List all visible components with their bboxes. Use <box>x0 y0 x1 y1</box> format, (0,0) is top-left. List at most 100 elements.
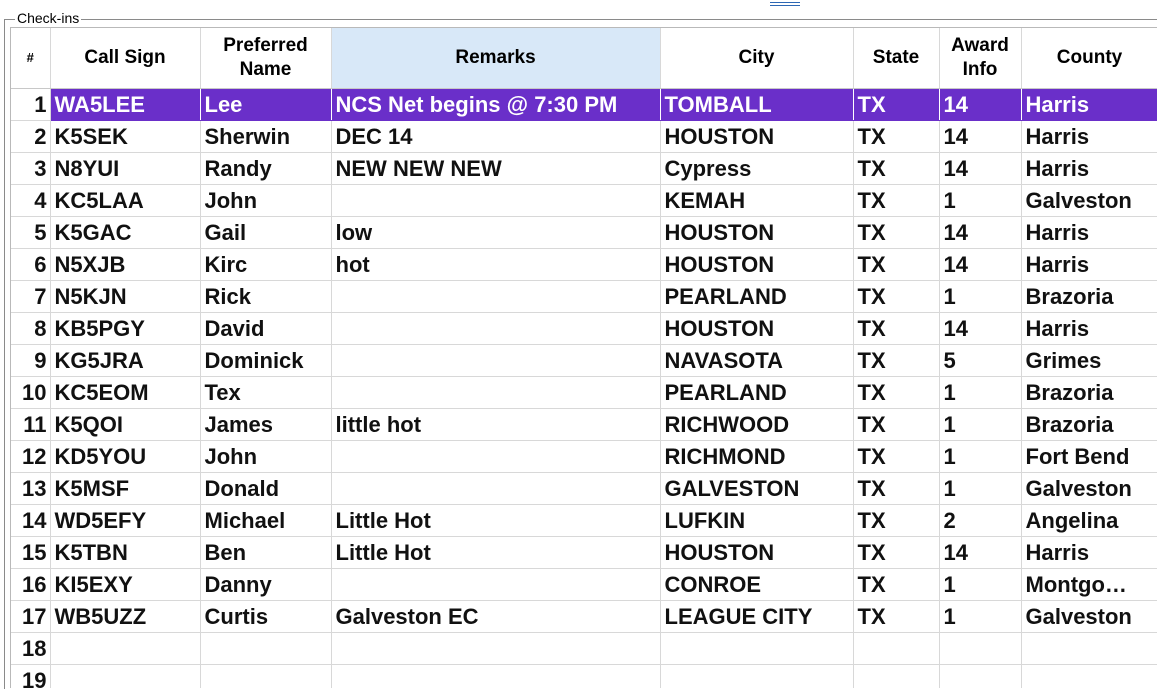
table-row[interactable]: 4 KC5LAA John KEMAH TX 1 Galveston <box>11 184 1157 217</box>
row-number[interactable]: 18 <box>11 632 51 665</box>
county-cell[interactable]: Harris <box>1021 312 1157 345</box>
call-sign-cell[interactable]: KC5EOM <box>50 376 201 409</box>
city-cell[interactable]: RICHMOND <box>660 440 854 473</box>
award-cell[interactable]: 1 <box>939 568 1022 601</box>
call-sign-cell[interactable]: KI5EXY <box>50 568 201 601</box>
remarks-cell[interactable] <box>331 568 661 601</box>
name-cell[interactable]: Donald <box>200 472 332 505</box>
award-cell[interactable]: 1 <box>939 600 1022 633</box>
award-cell[interactable]: 14 <box>939 120 1022 153</box>
remarks-cell[interactable] <box>331 344 661 377</box>
table-row[interactable]: 1 WA5LEE Lee NCS Net begins @ 7:30 PM TOMBAL… <box>11 88 1157 121</box>
remarks-cell[interactable] <box>331 312 661 345</box>
table-row[interactable]: 8 KB5PGY David HOUSTON TX 14 Harris <box>11 312 1157 345</box>
city-cell[interactable]: NAVASOTA <box>660 344 854 377</box>
award-cell[interactable]: 1 <box>939 376 1022 409</box>
call-sign-cell[interactable]: N8YUI <box>50 152 201 185</box>
name-cell[interactable]: John <box>200 184 332 217</box>
remarks-cell[interactable] <box>331 664 661 688</box>
call-sign-cell[interactable]: K5SEK <box>50 120 201 153</box>
remarks-cell[interactable] <box>331 632 661 665</box>
row-number[interactable]: 4 <box>11 184 51 217</box>
award-cell[interactable]: 14 <box>939 248 1022 281</box>
remarks-cell[interactable] <box>331 184 661 217</box>
call-sign-cell[interactable]: KB5PGY <box>50 312 201 345</box>
award-cell[interactable]: 14 <box>939 152 1022 185</box>
row-number[interactable]: 8 <box>11 312 51 345</box>
county-cell[interactable]: Brazoria <box>1021 280 1157 313</box>
table-row[interactable]: 5 K5GAC Gail low HOUSTON TX 14 Harris <box>11 216 1157 249</box>
state-cell[interactable] <box>853 632 940 665</box>
city-cell[interactable] <box>660 632 854 665</box>
row-number[interactable]: 12 <box>11 440 51 473</box>
city-cell[interactable]: PEARLAND <box>660 280 854 313</box>
checkins-grid[interactable]: # Call Sign Preferred Name Remarks City S… <box>10 27 1157 688</box>
county-cell[interactable]: Harris <box>1021 248 1157 281</box>
column-header-city[interactable]: City <box>660 28 854 89</box>
row-number[interactable]: 14 <box>11 504 51 537</box>
row-number[interactable]: 19 <box>11 664 51 688</box>
remarks-cell[interactable]: Galveston EC <box>331 600 661 633</box>
city-cell[interactable]: LUFKIN <box>660 504 854 537</box>
county-cell[interactable]: Brazoria <box>1021 376 1157 409</box>
remarks-cell[interactable] <box>331 440 661 473</box>
call-sign-cell[interactable]: KD5YOU <box>50 440 201 473</box>
state-cell[interactable]: TX <box>853 472 940 505</box>
call-sign-cell[interactable]: K5MSF <box>50 472 201 505</box>
award-cell[interactable]: 14 <box>939 536 1022 569</box>
row-number[interactable]: 15 <box>11 536 51 569</box>
award-cell[interactable]: 1 <box>939 472 1022 505</box>
table-row[interactable]: 7 N5KJN Rick PEARLAND TX 1 Brazoria <box>11 280 1157 313</box>
table-row[interactable]: 17 WB5UZZ Curtis Galveston EC LEAGUE CITY TX 1… <box>11 600 1157 633</box>
table-row[interactable]: 11 K5QOI James little hot RICHWOOD TX 1 Brazori… <box>11 408 1157 441</box>
county-cell[interactable]: Galveston <box>1021 472 1157 505</box>
row-number[interactable]: 2 <box>11 120 51 153</box>
city-cell[interactable]: HOUSTON <box>660 248 854 281</box>
remarks-cell[interactable]: NCS Net begins @ 7:30 PM <box>331 88 661 121</box>
state-cell[interactable]: TX <box>853 280 940 313</box>
city-cell[interactable]: HOUSTON <box>660 216 854 249</box>
call-sign-cell[interactable]: KC5LAA <box>50 184 201 217</box>
county-cell[interactable]: Fort Bend <box>1021 440 1157 473</box>
table-row[interactable]: 10 KC5EOM Tex PEARLAND TX 1 Brazoria <box>11 376 1157 409</box>
county-cell[interactable]: Angelina <box>1021 504 1157 537</box>
county-cell[interactable] <box>1021 632 1157 665</box>
remarks-cell[interactable]: hot <box>331 248 661 281</box>
county-cell[interactable]: Harris <box>1021 536 1157 569</box>
table-row[interactable]: 9 KG5JRA Dominick NAVASOTA TX 5 Grimes <box>11 344 1157 377</box>
state-cell[interactable]: TX <box>853 152 940 185</box>
county-cell[interactable]: Harris <box>1021 120 1157 153</box>
state-cell[interactable]: TX <box>853 504 940 537</box>
city-cell[interactable]: HOUSTON <box>660 312 854 345</box>
state-cell[interactable]: TX <box>853 376 940 409</box>
state-cell[interactable]: TX <box>853 184 940 217</box>
award-cell[interactable]: 14 <box>939 88 1022 121</box>
remarks-cell[interactable]: DEC 14 <box>331 120 661 153</box>
call-sign-cell[interactable]: K5TBN <box>50 536 201 569</box>
name-cell[interactable]: Dominick <box>200 344 332 377</box>
row-number[interactable]: 10 <box>11 376 51 409</box>
county-cell[interactable]: Grimes <box>1021 344 1157 377</box>
remarks-cell[interactable]: Little Hot <box>331 504 661 537</box>
row-number[interactable]: 1 <box>11 88 51 121</box>
remarks-cell[interactable]: little hot <box>331 408 661 441</box>
name-cell[interactable]: Rick <box>200 280 332 313</box>
remarks-cell[interactable]: NEW NEW NEW <box>331 152 661 185</box>
table-row[interactable]: 12 KD5YOU John RICHMOND TX 1 Fort Bend <box>11 440 1157 473</box>
county-cell[interactable] <box>1021 664 1157 688</box>
county-cell[interactable]: Harris <box>1021 216 1157 249</box>
table-row[interactable]: 13 K5MSF Donald GALVESTON TX 1 Galveston <box>11 472 1157 505</box>
name-cell[interactable]: John <box>200 440 332 473</box>
call-sign-cell[interactable]: N5XJB <box>50 248 201 281</box>
county-cell[interactable]: Harris <box>1021 152 1157 185</box>
name-cell[interactable]: Randy <box>200 152 332 185</box>
table-row[interactable]: 15 K5TBN Ben Little Hot HOUSTON TX 14 Harris <box>11 536 1157 569</box>
row-number[interactable]: 9 <box>11 344 51 377</box>
city-cell[interactable]: LEAGUE CITY <box>660 600 854 633</box>
state-cell[interactable]: TX <box>853 408 940 441</box>
call-sign-cell[interactable]: K5QOI <box>50 408 201 441</box>
table-row[interactable]: 14 WD5EFY Michael Little Hot LUFKIN TX 2 Angeli… <box>11 504 1157 537</box>
name-cell[interactable] <box>200 632 332 665</box>
city-cell[interactable]: PEARLAND <box>660 376 854 409</box>
county-cell[interactable]: Brazoria <box>1021 408 1157 441</box>
